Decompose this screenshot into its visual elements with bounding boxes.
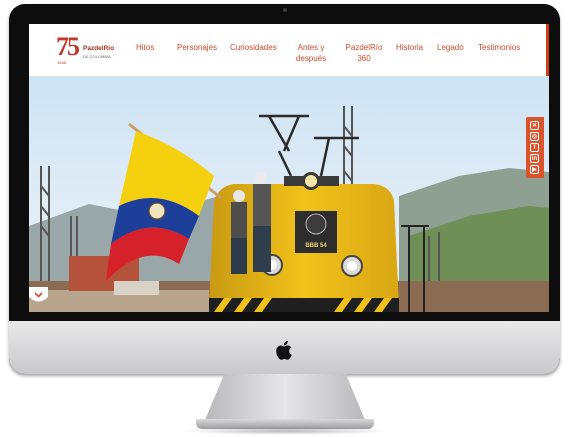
facebook-icon[interactable]: f: [530, 143, 539, 152]
nav-curiosidades[interactable]: Curiosidades: [230, 42, 277, 53]
hero-banner: BBB 54 ✕ ◎ f in ▶: [29, 76, 549, 312]
nav-historia[interactable]: Historia: [396, 42, 423, 53]
nav-360-line1: PazdelRío: [345, 43, 383, 52]
logo-year: 1948: [57, 60, 66, 65]
logo-subtitle: DE COLOMBIA: [83, 54, 111, 59]
imac-monitor: 75 PazdelRío DE COLOMBIA 1948 Hitos Pers…: [9, 4, 560, 374]
nav-antes-line2: después: [295, 54, 327, 63]
monitor-chin: [9, 321, 560, 374]
x-twitter-icon[interactable]: ✕: [530, 121, 539, 130]
nav-pazdelrio-360[interactable]: PazdelRío 360: [344, 42, 384, 64]
site-header: 75 PazdelRío DE COLOMBIA 1948 Hitos Pers…: [29, 24, 549, 77]
website-screen: 75 PazdelRío DE COLOMBIA 1948 Hitos Pers…: [29, 24, 549, 312]
apple-logo-icon: [276, 340, 292, 360]
nav-personajes[interactable]: Personajes: [177, 42, 217, 53]
hero-photo: BBB 54: [29, 76, 549, 312]
scroll-down-icon[interactable]: [29, 287, 48, 306]
youtube-icon[interactable]: ▶: [530, 165, 539, 174]
social-sidebar: ✕ ◎ f in ▶: [526, 117, 544, 178]
stand-shadow: [180, 427, 390, 435]
nav-hitos[interactable]: Hitos: [136, 42, 154, 53]
camera-dot: [283, 8, 287, 12]
locomotive-plate: BBB 54: [305, 243, 327, 249]
site-logo[interactable]: 75 PazdelRío DE COLOMBIA 1948: [56, 32, 122, 65]
logo-75: 75: [56, 32, 80, 61]
nav-antes-line1: Antes y: [297, 43, 325, 52]
monitor-stand: [205, 374, 365, 420]
nav-legado[interactable]: Legado: [437, 42, 464, 53]
logo-brand: PazdelRío: [83, 45, 115, 52]
nav-antes-y-despues[interactable]: Antes y después: [294, 42, 328, 64]
nav-360-line2: 360: [357, 54, 371, 63]
header-accent-bar: [546, 24, 549, 76]
instagram-icon[interactable]: ◎: [530, 132, 539, 141]
linkedin-icon[interactable]: in: [530, 154, 539, 163]
nav-testimonios[interactable]: Testimonios: [478, 42, 520, 53]
